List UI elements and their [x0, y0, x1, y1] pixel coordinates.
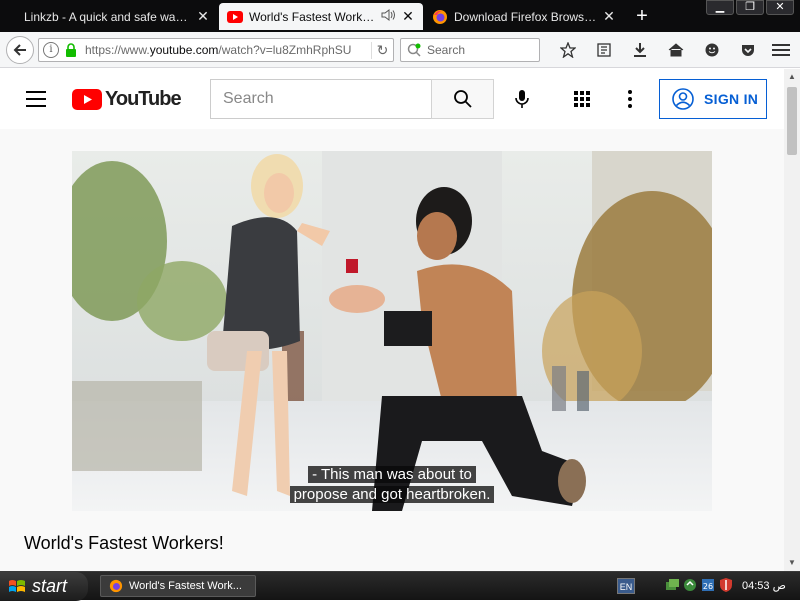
pocket-icon[interactable] [730, 38, 766, 62]
info-icon[interactable]: i [43, 42, 59, 58]
url-bar[interactable]: i https://www.youtube.com/watch?v=lu8Zmh… [38, 38, 394, 62]
home-icon[interactable] [658, 38, 694, 62]
more-options-icon[interactable] [620, 88, 640, 110]
firefox-icon [109, 579, 123, 593]
tab-youtube[interactable]: World's Fastest Workers!... ✕ [219, 3, 423, 30]
lock-icon [66, 43, 76, 57]
sign-in-button[interactable]: SIGN IN [659, 79, 767, 119]
scroll-down-arrow-icon[interactable]: ▼ [784, 555, 800, 571]
youtube-wordmark: YouTube [105, 88, 182, 110]
youtube-search-input[interactable]: Search [210, 79, 431, 119]
tab-title: Download Firefox Browser — ... [454, 9, 598, 24]
close-icon[interactable]: ✕ [196, 8, 210, 25]
taskbar-item-label: World's Fastest Work... [129, 580, 242, 592]
video-player[interactable]: - This man was about to propose and got … [72, 151, 712, 511]
back-arrow-icon [13, 44, 26, 56]
url-text: https://www.youtube.com/watch?v=lu8ZmhRp… [85, 43, 371, 57]
windows-logo-icon [9, 579, 25, 592]
tab-title: World's Fastest Workers!... [249, 9, 377, 24]
antivirus-icon[interactable]: 26 [700, 576, 716, 594]
caption-text-1: - This man was about to [308, 466, 476, 483]
back-button[interactable] [6, 36, 34, 64]
sign-in-label: SIGN IN [704, 91, 759, 107]
search-icon [453, 90, 472, 108]
tab-linkzb[interactable]: Linkzb - A quick and safe way to ... ✕ [0, 3, 218, 30]
youtube-search: Search [210, 79, 494, 119]
tab-firefox[interactable]: Download Firefox Browser — ... ✕ [424, 3, 624, 30]
page-content: YouTube Search SIGN IN - This man was ab… [0, 69, 784, 571]
close-icon[interactable]: ✕ [401, 8, 415, 25]
url-path: /watch?v=lu8ZmhRphSU [218, 43, 352, 57]
browser-search-placeholder: Search [427, 43, 466, 57]
youtube-logo[interactable]: YouTube [72, 88, 182, 111]
tab-title: Linkzb - A quick and safe way to ... [24, 9, 192, 24]
language-indicator[interactable]: EN [617, 578, 635, 594]
caption-line-1: - This man was about to [72, 465, 712, 485]
bookmark-star-icon[interactable] [550, 38, 586, 62]
apps-grid-icon[interactable] [571, 88, 593, 110]
windows-taskbar: start World's Fastest Work... EN 26 04:5… [0, 571, 800, 601]
scroll-thumb[interactable] [787, 87, 797, 155]
hamburger-menu-icon[interactable] [772, 40, 790, 60]
video-title: World's Fastest Workers! [24, 533, 224, 553]
video-frame-image [72, 151, 712, 511]
scroll-up-arrow-icon[interactable]: ▲ [784, 69, 800, 85]
tab-strip: Linkzb - A quick and safe way to ... ✕ W… [0, 0, 800, 32]
youtube-play-icon [72, 89, 102, 110]
caption-text-2: propose and got heartbroken. [289, 486, 495, 503]
svg-text:26: 26 [703, 582, 713, 591]
taskbar-item-firefox[interactable]: World's Fastest Work... [100, 575, 256, 597]
new-tab-button[interactable]: + [630, 5, 654, 29]
restore-button[interactable]: ❐ [736, 0, 764, 15]
google-search-icon [407, 43, 421, 57]
close-icon[interactable]: ✕ [602, 8, 616, 25]
firefox-icon [432, 9, 448, 25]
browser-search-box[interactable]: Search [400, 38, 540, 62]
toolbar-icons [550, 38, 766, 62]
youtube-icon [227, 9, 243, 25]
close-window-button[interactable]: ✕ [766, 0, 794, 15]
speaker-icon[interactable] [381, 9, 397, 24]
guide-menu-icon[interactable] [26, 91, 46, 107]
start-button[interactable]: start [0, 572, 88, 601]
system-tray: 26 [664, 576, 734, 594]
reader-list-icon[interactable] [586, 38, 622, 62]
minimize-button[interactable]: ▁ [706, 0, 734, 15]
url-domain: youtube.com [149, 43, 219, 57]
account-circle-icon [672, 88, 694, 110]
window-controls: ▁ ❐ ✕ [706, 0, 794, 15]
start-label: start [32, 576, 68, 596]
taskbar-clock[interactable]: 04:53 ص [742, 579, 786, 592]
page-scrollbar[interactable]: ▲ ▼ [784, 69, 800, 571]
youtube-header: YouTube Search SIGN IN [0, 69, 784, 129]
download-icon[interactable] [622, 38, 658, 62]
youtube-search-button[interactable] [431, 79, 494, 119]
reload-icon[interactable]: ↻ [371, 41, 393, 59]
url-prefix: https://www. [85, 43, 150, 57]
network-icon[interactable] [664, 576, 680, 594]
emoji-icon[interactable] [694, 38, 730, 62]
navigation-bar: i https://www.youtube.com/watch?v=lu8Zmh… [0, 32, 800, 68]
caption-line-2: propose and got heartbroken. [72, 485, 712, 505]
security-shield-icon[interactable] [718, 576, 734, 594]
microphone-icon[interactable] [505, 82, 539, 116]
sync-icon[interactable] [682, 576, 698, 594]
